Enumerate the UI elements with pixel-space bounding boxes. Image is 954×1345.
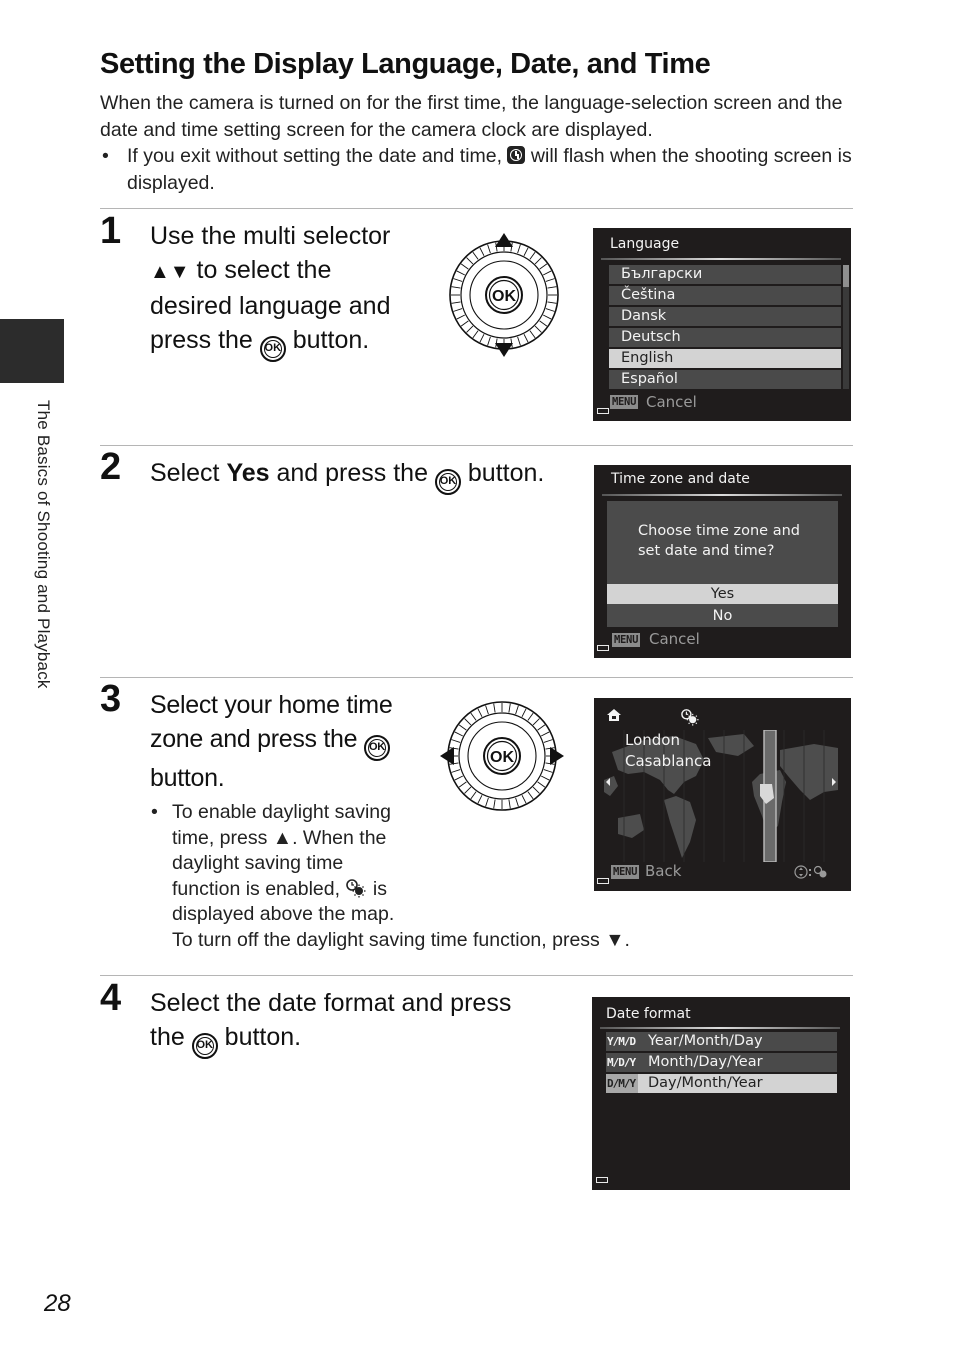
screen-title: Date format (606, 1006, 691, 1022)
clock-warning-icon (507, 146, 526, 164)
ok-label: OK (492, 288, 516, 305)
yes-option[interactable]: Yes (607, 584, 838, 604)
screen-title: Time zone and date (611, 471, 750, 487)
title-divider (600, 1027, 840, 1029)
date-format-option-selected[interactable]: Day/Month/Year (606, 1074, 837, 1093)
step-text-line: zone and press the OK (150, 722, 392, 761)
down-arrow-icon: ▼ (605, 928, 625, 951)
date-format-option[interactable]: Year/Month/Day (606, 1032, 837, 1051)
divider (100, 208, 853, 209)
bullet-text-before: If you exit without setting the date and… (127, 145, 503, 167)
daylight-saving-icon (346, 878, 366, 897)
daylight-saving-icon (681, 709, 699, 726)
step-text-line: Select the date format and press (150, 989, 512, 1017)
back-label: Back (645, 862, 682, 880)
step-text-line: Select your home time (150, 691, 393, 719)
step-text-line: the OK button. (150, 1020, 511, 1059)
ok-label: OK (490, 749, 514, 766)
battery-icon (597, 645, 609, 651)
yes-emphasis: Yes (226, 459, 270, 487)
battery-icon (597, 408, 609, 414)
step-text-line: button. (150, 764, 225, 792)
multi-selector-up-down-icon: OK (449, 233, 559, 357)
step-4-instruction: Select the date format and press the OK … (150, 986, 511, 1059)
step-number: 3 (100, 678, 122, 720)
title-divider (601, 258, 841, 260)
down-arrow-icon (495, 343, 513, 357)
bullet-dot: • (102, 145, 109, 167)
home-icon (607, 709, 621, 721)
right-arrow-icon (550, 747, 564, 765)
page-title: Setting the Display Language, Date, and … (100, 48, 711, 80)
divider (100, 677, 853, 678)
step-1-instruction: Use the multi selector ▲▼ to select the … (150, 219, 390, 362)
step-number: 2 (100, 446, 122, 488)
step-text-line: press the OK button. (150, 323, 390, 362)
timezone-map-screen: London Casablanca MENU Back (594, 698, 851, 891)
cancel-label: Cancel (646, 393, 697, 411)
up-arrow-icon (495, 233, 513, 247)
cancel-label: Cancel (649, 630, 700, 648)
step-text-line: desired language and (150, 292, 391, 320)
step-3-note: • To enable daylight saving time, press … (151, 801, 630, 951)
dialog-question: Choose time zone and set date and time? (638, 523, 800, 559)
language-option[interactable]: Español (609, 370, 841, 389)
battery-icon (596, 1177, 608, 1183)
language-option[interactable]: Dansk (609, 307, 841, 326)
intro-paragraph: When the camera is turned on for the fir… (100, 92, 843, 141)
ok-button-icon: OK (191, 1033, 218, 1059)
multi-selector-left-right-icon: OK (440, 701, 564, 811)
step-2-instruction: Select Yes and press the OK button. (150, 456, 544, 495)
menu-button-icon: MENU (612, 633, 641, 647)
menu-button-icon: MENU (610, 395, 639, 409)
language-option[interactable]: Čeština (609, 286, 841, 305)
title-divider (602, 494, 842, 496)
ok-button-icon: OK (434, 469, 461, 495)
step-number: 1 (100, 210, 122, 252)
intro-bullet: • If you exit without setting the date a… (100, 143, 860, 196)
screen-title: Language (610, 236, 680, 252)
divider (100, 975, 853, 976)
language-option-selected[interactable]: English (609, 349, 841, 368)
no-option[interactable]: No (607, 606, 838, 626)
language-option[interactable]: Български (609, 265, 841, 284)
language-screen: Language Български Čeština Dansk Deutsch… (593, 228, 851, 421)
bullet-dot: • (151, 801, 158, 823)
mdy-icon: M/D/Y (607, 1056, 636, 1069)
ok-button-icon: OK (259, 336, 286, 362)
step-text-line: Use the multi selector (150, 222, 391, 250)
menu-button-icon: MENU (611, 865, 640, 879)
ymd-icon: Y/M/D (607, 1035, 636, 1048)
dmy-icon: D/M/Y (606, 1074, 638, 1093)
intro-block: When the camera is turned on for the fir… (100, 90, 860, 196)
divider (100, 445, 853, 446)
multi-selector-hint (794, 865, 827, 879)
ok-button-icon: OK (363, 735, 390, 761)
timezone-date-screen: Time zone and date Choose time zone and … (594, 465, 851, 658)
battery-icon (597, 878, 609, 884)
step-number: 4 (100, 977, 122, 1019)
language-option[interactable]: Deutsch (609, 328, 841, 347)
scrollbar-thumb[interactable] (843, 265, 849, 287)
left-arrow-icon (440, 747, 454, 765)
timezone-cities: London Casablanca (625, 731, 712, 770)
page-number: 28 (44, 1290, 71, 1317)
chapter-label: The Basics of Shooting and Playback (34, 400, 53, 689)
date-format-screen: Date format Year/Month/Day Y/M/D Month/D… (592, 997, 850, 1190)
step-3-instruction: Select your home time zone and press the… (150, 688, 393, 795)
up-down-arrows-icon: ▲▼ (150, 261, 190, 283)
step-text-line: ▲▼ to select the (150, 256, 332, 284)
up-arrow-icon: ▲ (272, 826, 293, 849)
chapter-tab (0, 319, 64, 383)
date-format-option[interactable]: Month/Day/Year (606, 1053, 837, 1072)
